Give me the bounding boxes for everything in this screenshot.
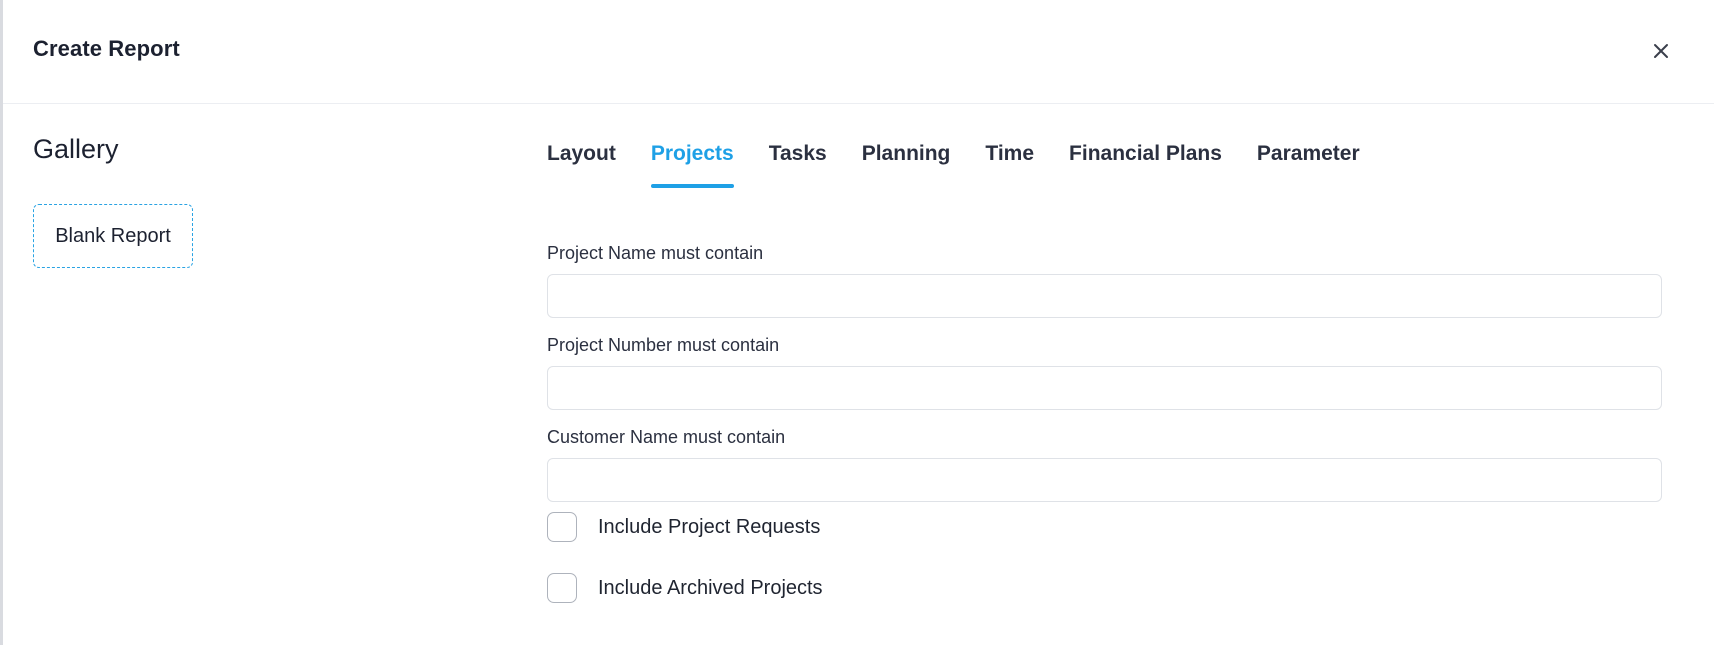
- tab-financial-plans[interactable]: Financial Plans: [1069, 142, 1222, 188]
- customer-name-input[interactable]: [547, 458, 1662, 502]
- include-project-requests-label: Include Project Requests: [598, 515, 821, 538]
- include-project-requests-checkbox[interactable]: [547, 512, 577, 542]
- tab-parameter[interactable]: Parameter: [1257, 142, 1360, 188]
- tab-time[interactable]: Time: [985, 142, 1034, 188]
- tab-layout[interactable]: Layout: [547, 142, 616, 188]
- close-button[interactable]: [1646, 36, 1676, 66]
- dialog-title: Create Report: [33, 36, 180, 61]
- report-tabs: Layout Projects Tasks Planning Time Fina…: [547, 142, 1395, 188]
- customer-name-label: Customer Name must contain: [547, 427, 786, 447]
- project-number-label: Project Number must contain: [547, 335, 780, 355]
- projects-filter-form: Project Name must contain Project Number…: [547, 243, 1662, 519]
- include-archived-projects-row[interactable]: Include Archived Projects: [547, 573, 823, 603]
- dialog-header: Create Report: [3, 0, 1714, 104]
- create-report-dialog: Create Report Gallery Blank Report Layou…: [0, 0, 1714, 645]
- close-icon: [1654, 44, 1668, 58]
- tab-projects[interactable]: Projects: [650, 142, 734, 188]
- gallery-item-blank-report[interactable]: Blank Report: [33, 204, 193, 268]
- include-project-requests-row[interactable]: Include Project Requests: [547, 512, 820, 542]
- include-archived-projects-checkbox[interactable]: [547, 573, 577, 603]
- project-name-label: Project Name must contain: [547, 243, 764, 263]
- gallery-title: Gallery: [33, 134, 119, 164]
- tab-planning[interactable]: Planning: [862, 142, 951, 188]
- tab-tasks[interactable]: Tasks: [769, 142, 827, 188]
- project-number-input[interactable]: [547, 366, 1662, 410]
- include-archived-projects-label: Include Archived Projects: [598, 576, 823, 599]
- project-name-input[interactable]: [547, 274, 1662, 318]
